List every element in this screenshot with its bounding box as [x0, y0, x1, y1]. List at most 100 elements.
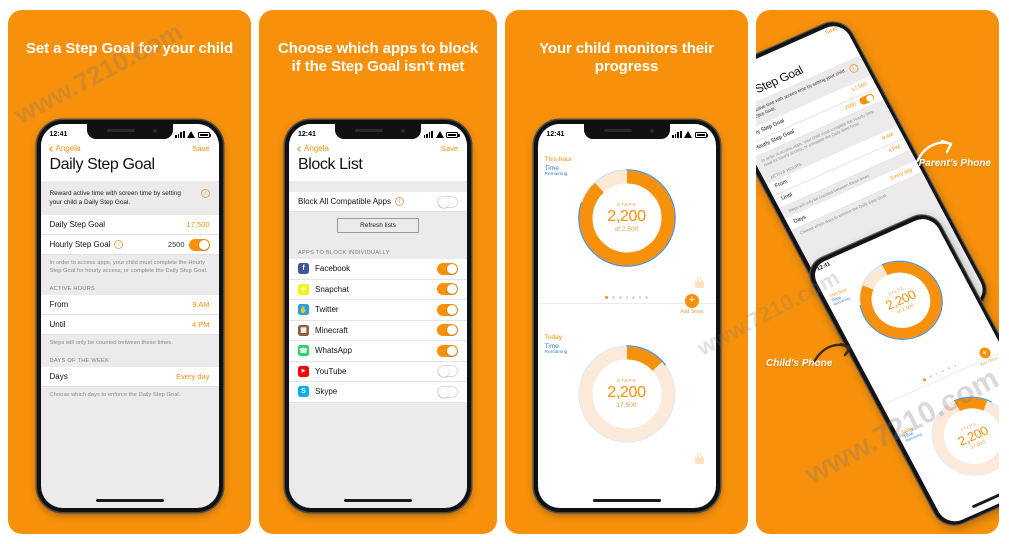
- row-value: 17,500: [186, 220, 210, 229]
- toggle-youtube[interactable]: [437, 365, 458, 378]
- row-value: 9 AM: [881, 131, 895, 142]
- page-dot[interactable]: [605, 296, 609, 300]
- signal-icon: [423, 130, 433, 138]
- row-label: From: [773, 178, 789, 190]
- page-dot[interactable]: [645, 296, 648, 299]
- today-ring-label-remaining: Remaining: [544, 350, 568, 355]
- back-button[interactable]: Angela: [48, 144, 80, 153]
- section-active-hours: ACTIVE HOURS: [40, 277, 219, 295]
- notch: [583, 124, 670, 139]
- toggle-hourly-step-goal[interactable]: [188, 238, 210, 251]
- hour-ring-label-remaining: Remaining: [544, 172, 568, 177]
- info-icon[interactable]: i: [847, 62, 860, 74]
- hour-ring-center: STEPS 2,200 of 2,500: [841, 244, 960, 355]
- section-days-of-week: DAYS OF THE WEEK: [40, 349, 219, 367]
- page-dot[interactable]: [625, 296, 629, 299]
- minecraft-icon: ▦: [298, 324, 309, 336]
- row-value: Every day: [176, 372, 210, 381]
- gallery-panel-3: Your child monitors their progress 12:41…: [505, 10, 748, 534]
- add-steps-area[interactable]: + Add Steps: [680, 294, 704, 315]
- phone-mockup-1: 12:41 Angela Save Daily Step Goal Reward…: [36, 120, 223, 512]
- toggle-facebook[interactable]: [437, 262, 458, 275]
- skype-icon: S: [298, 386, 309, 398]
- toggle-skype[interactable]: [437, 385, 458, 398]
- app-row-twitter[interactable]: ✋ Twitter: [289, 300, 467, 321]
- gallery-panel-4: 12:41 Save Angela Daily Step Goal Reward…: [756, 10, 999, 534]
- page-dot[interactable]: [953, 364, 957, 368]
- app-row-facebook[interactable]: f Facebook: [289, 259, 467, 280]
- page-dot[interactable]: [922, 377, 927, 382]
- signal-icon: [672, 130, 682, 138]
- info-icon[interactable]: i: [114, 240, 124, 249]
- app-row-youtube[interactable]: ▶ YouTube: [289, 361, 467, 382]
- toggle-twitter[interactable]: [437, 303, 458, 316]
- section-apps-to-block: APPS TO BLOCK INDIVIDUALLY: [289, 241, 467, 259]
- screenshot-gallery: Set a Step Goal for your child 12:41 Ang…: [0, 0, 1009, 544]
- add-steps-button[interactable]: +: [684, 294, 699, 308]
- page-dot[interactable]: [612, 296, 615, 299]
- back-button[interactable]: Angela: [297, 144, 329, 153]
- today-ring-target: 17,500: [616, 402, 637, 409]
- snapchat-icon: ☀: [298, 283, 309, 295]
- info-icon[interactable]: i: [394, 197, 404, 206]
- hour-ring-label-time: Time: [544, 165, 559, 172]
- home-indicator: [592, 499, 661, 502]
- add-steps-label: Add Steps: [680, 309, 704, 315]
- hour-progress-ring[interactable]: STEPS 2,200 of 2,500: [575, 166, 679, 270]
- save-button[interactable]: Save: [441, 144, 458, 153]
- row-block-all-compatible-apps[interactable]: Block All Compatible Apps i: [289, 192, 467, 212]
- app-row-minecraft[interactable]: ▦ Minecraft: [289, 320, 467, 341]
- refresh-lists-button[interactable]: Refresh lists: [337, 218, 419, 233]
- wifi-icon: [684, 130, 692, 138]
- row-days[interactable]: Days Every day: [40, 367, 219, 387]
- home-indicator: [95, 499, 164, 502]
- page-dot[interactable]: [941, 369, 945, 373]
- caption-parents-phone: Parent's Phone: [918, 158, 991, 169]
- today-progress-ring[interactable]: STEPS 2,200 17,500: [575, 342, 679, 446]
- chevron-left-icon: [48, 145, 55, 152]
- page-dot[interactable]: [632, 296, 635, 299]
- today-ring-label-time: Time: [544, 343, 559, 350]
- row-daily-step-goal[interactable]: Daily Step Goal 17,500: [40, 215, 219, 235]
- page-title: Block List: [289, 153, 467, 181]
- app-row-whatsapp[interactable]: ☎ WhatsApp: [289, 341, 467, 362]
- page-dot[interactable]: [947, 366, 951, 371]
- row-label: Days: [49, 372, 68, 381]
- hour-ring-label-period: This hour: [544, 156, 573, 163]
- status-time: 12:41: [298, 130, 316, 138]
- info-icon[interactable]: i: [200, 189, 210, 198]
- row-until[interactable]: Until 4 PM: [40, 315, 219, 335]
- row-hourly-step-goal[interactable]: Hourly Step Goal i 2500: [40, 235, 219, 255]
- chevron-left-icon: [297, 145, 303, 152]
- app-row-snapchat[interactable]: ☀ Snapchat: [289, 279, 467, 300]
- today-progress-block: Today Time Remaining STEPS 2,200 17,500: [538, 322, 716, 472]
- page-dot[interactable]: [638, 296, 642, 299]
- battery-icon: [446, 131, 460, 138]
- today-ring-label-period: Today: [544, 334, 563, 341]
- intro-note: Reward active time with screen time by s…: [40, 181, 219, 215]
- wifi-icon: [187, 130, 195, 138]
- back-label: Angela: [304, 144, 329, 153]
- caption-childs-phone: Child's Phone: [766, 358, 833, 369]
- row-from[interactable]: From 9 AM: [40, 295, 219, 315]
- app-row-skype[interactable]: S Skype: [289, 382, 467, 403]
- panel-1-headline: Set a Step Goal for your child: [25, 40, 234, 57]
- row-value: 4 PM: [887, 144, 902, 155]
- toggle-minecraft[interactable]: [437, 324, 458, 337]
- hour-progress-ring[interactable]: STEPS 2,200 of 2,500: [841, 244, 960, 355]
- toggle-snapchat[interactable]: [437, 283, 458, 296]
- toggle-whatsapp[interactable]: [437, 344, 458, 357]
- gallery-panel-1: Set a Step Goal for your child 12:41 Ang…: [8, 10, 251, 534]
- save-button[interactable]: Save: [192, 144, 209, 153]
- facebook-icon: f: [298, 263, 309, 275]
- row-label: Days: [792, 213, 808, 225]
- hour-progress-block: This hour Time Remaining STEPS 2,200 of …: [538, 142, 716, 292]
- page-dot[interactable]: [935, 372, 939, 376]
- row-label: Until: [780, 192, 794, 202]
- page-dot[interactable]: [619, 296, 622, 299]
- app-name: Snapchat: [315, 284, 349, 294]
- toggle-block-all[interactable]: [437, 195, 458, 208]
- app-name: Twitter: [315, 305, 339, 315]
- pager-and-add-row: + Add Steps: [537, 292, 716, 322]
- page-dot[interactable]: [929, 375, 933, 379]
